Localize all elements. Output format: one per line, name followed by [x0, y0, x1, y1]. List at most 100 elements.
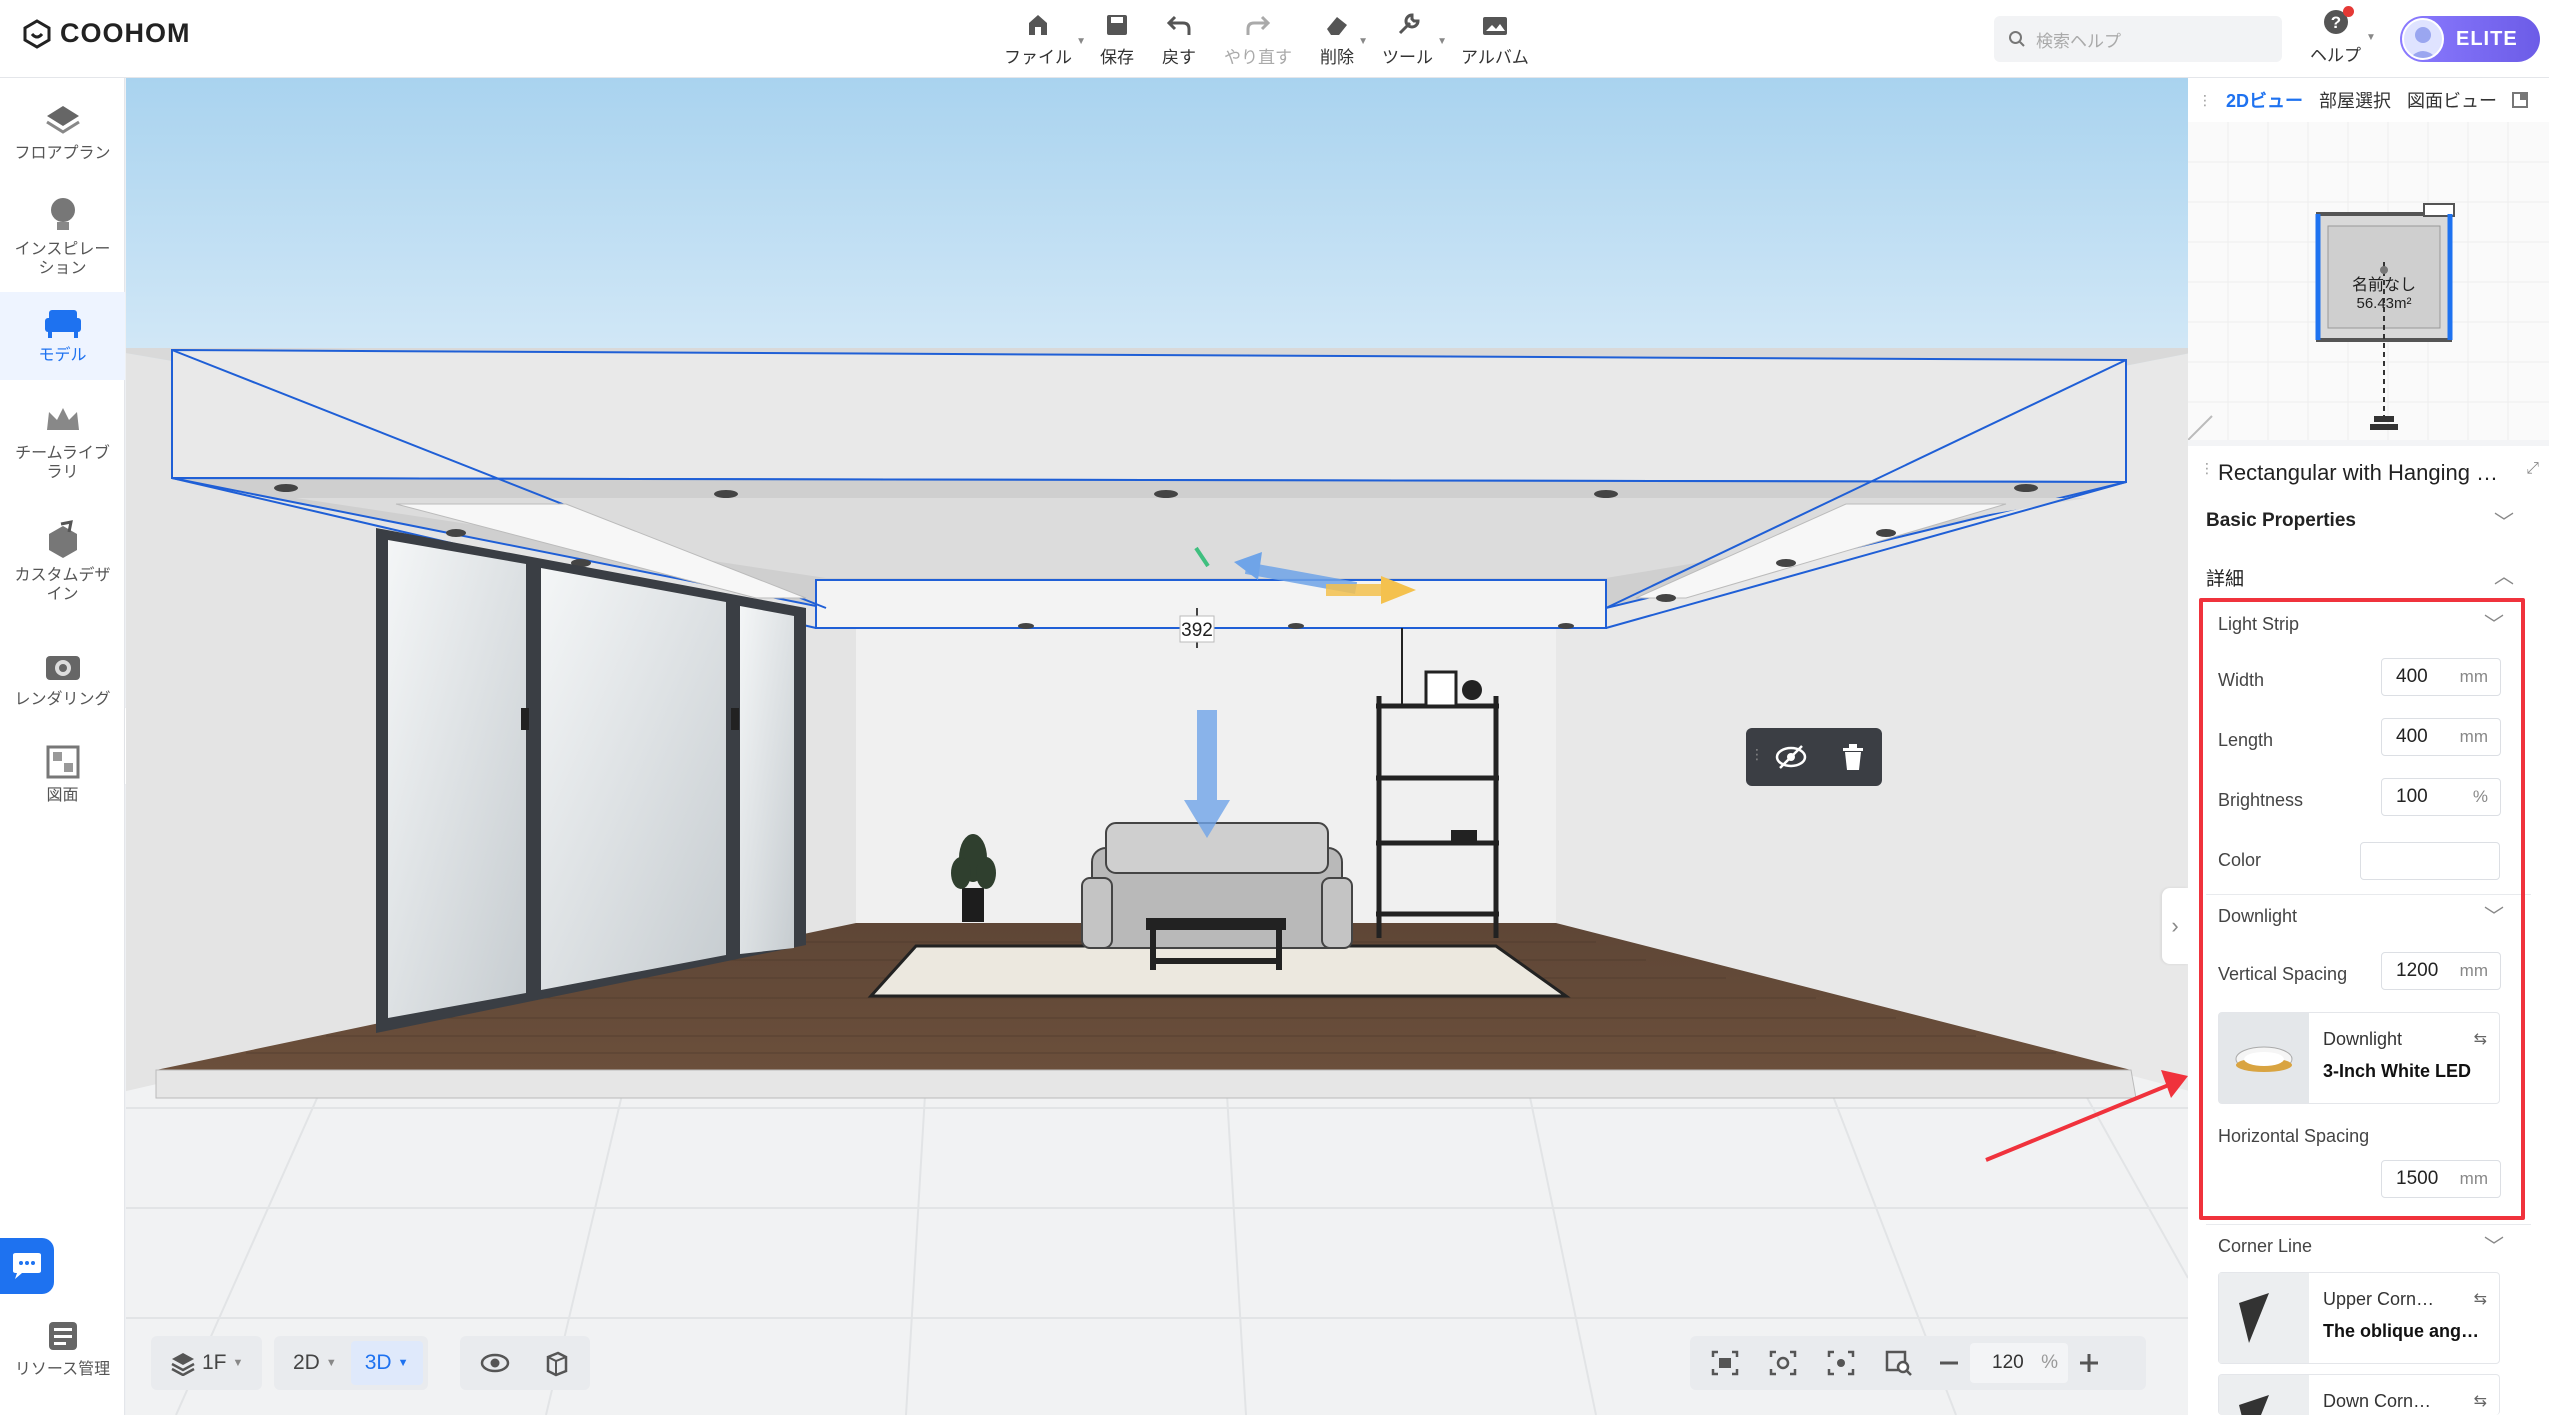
sidebar-item-label: フロアプラン — [14, 145, 111, 162]
drag-handle-icon[interactable]: ⋮ — [1750, 746, 1764, 763]
left-sidebar: フロアプラン インスピレーション モデル チームライブラリ カスタムデザイン レ… — [0, 78, 125, 1415]
logo-icon — [23, 18, 51, 49]
3d-viewport[interactable]: 392 ⋮ 1F ▼ 2D ▼ 3D ▼ 120 % — [126, 78, 2188, 1415]
basic-properties-header[interactable]: Basic Properties — [2206, 510, 2356, 532]
hide-icon[interactable] — [1774, 742, 1808, 772]
view-3d-button[interactable]: 3D ▼ — [350, 1341, 423, 1385]
sofa-icon — [44, 310, 81, 338]
save-button[interactable]: 保存 — [1086, 8, 1148, 70]
delete-label: 削除 — [1320, 47, 1354, 67]
view-3d-label: 3D — [364, 1351, 392, 1374]
sidebar-item-team-library[interactable]: チームライブラリ — [0, 396, 125, 500]
zoom-input[interactable]: 120 % — [1970, 1343, 2068, 1383]
zoom-in-button[interactable] — [2068, 1341, 2110, 1385]
main-toolbar: ファイル ▼ 保存 戻す やり直す 削除 ▼ ツール ▼ アルバム — [990, 8, 1543, 70]
svg-text:?: ? — [2330, 13, 2340, 32]
sidebar-item-floorplan[interactable]: フロアプラン — [0, 92, 125, 184]
undo-icon — [1166, 15, 1191, 35]
tools-label: ツール — [1382, 47, 1433, 67]
chevron-down-icon[interactable]: ﹀ — [2484, 1230, 2504, 1259]
dimension-label: 392 — [1181, 620, 1213, 641]
tools-menu-button[interactable]: ツール ▼ — [1368, 8, 1447, 70]
floor-label: 1F — [202, 1351, 227, 1374]
trash-icon[interactable] — [1839, 742, 1867, 772]
minimap-canvas[interactable]: 名前なし 56.43m² — [2187, 122, 2549, 441]
sidebar-item-rendering[interactable]: レンダリング — [0, 642, 125, 726]
upper-corner-card[interactable]: Upper Corn… The oblique ang… ⇆ — [2218, 1272, 2500, 1364]
album-label: アルバム — [1461, 47, 1529, 67]
top-bar: COOHOM ファイル ▼ 保存 戻す やり直す 削除 ▼ ツール ▼ アルバム… — [0, 0, 2549, 78]
redo-label: やり直す — [1224, 47, 1292, 67]
wrench-icon — [1398, 12, 1420, 34]
cube-view-button[interactable] — [528, 1341, 584, 1385]
panel-title: Rectangular with Hanging … — [2218, 460, 2499, 485]
sidebar-item-label: モデル — [38, 347, 87, 364]
drag-handle-icon[interactable]: ⋮ — [2198, 92, 2212, 109]
save-icon — [1107, 14, 1127, 35]
down-corner-thumbnail — [2219, 1375, 2309, 1415]
selection-floating-toolbar: ⋮ — [1746, 728, 1882, 786]
zoom-fit-button[interactable] — [1870, 1341, 1928, 1385]
sidebar-item-custom-design[interactable]: カスタムデザイン — [0, 514, 125, 618]
delete-menu-button[interactable]: 削除 ▼ — [1306, 8, 1368, 70]
corner-line-header[interactable]: Corner Line — [2218, 1236, 2312, 1257]
album-icon — [1482, 16, 1507, 35]
sidebar-item-label: カスタムデザイン — [14, 567, 111, 603]
panel-expand-toggle[interactable]: › — [2162, 888, 2188, 964]
detail-header[interactable]: 詳細 — [2206, 564, 2244, 591]
chat-support-button[interactable] — [0, 1238, 54, 1294]
chevron-down-icon[interactable]: ﹀ — [2494, 506, 2514, 535]
file-menu-button[interactable]: ファイル ▼ — [990, 8, 1086, 70]
expand-icon[interactable]: ⤢ — [2526, 460, 2539, 478]
focus-button[interactable] — [1812, 1341, 1870, 1385]
sidebar-item-drawing[interactable]: 図面 — [0, 738, 125, 822]
sidebar-item-inspiration[interactable]: インスピレーション — [0, 186, 125, 290]
drag-handle-icon[interactable]: ⋮ — [2200, 460, 2214, 477]
chat-icon — [13, 1253, 41, 1279]
zoom-fit-icon — [1885, 1350, 1912, 1376]
down-corner-card[interactable]: Down Corn… ⇆ — [2218, 1374, 2500, 1415]
user-account-button[interactable]: ELITE — [2400, 16, 2540, 62]
search-icon — [2009, 31, 2025, 47]
save-label: 保存 — [1100, 47, 1134, 67]
zoom-control: 120 % — [1922, 1336, 2146, 1390]
minimap-panel: ⋮ 2Dビュー 部屋選択 図面ビュー 名前なし 56.43m² — [2187, 78, 2549, 441]
swap-icon[interactable]: ⇆ — [2474, 1391, 2487, 1411]
resource-icon — [48, 1322, 77, 1350]
file-icon — [1029, 14, 1047, 35]
basic-properties-label: Basic Properties — [2206, 510, 2356, 531]
tab-room-select[interactable]: 部屋選択 — [2311, 87, 2399, 113]
sidebar-item-label: リソース管理 — [14, 1361, 111, 1378]
camera-settings-button[interactable] — [1754, 1341, 1812, 1385]
popout-icon[interactable] — [2511, 91, 2529, 109]
redo-button[interactable]: やり直す — [1210, 8, 1306, 70]
tab-2d-view[interactable]: 2Dビュー — [2218, 87, 2311, 113]
search-placeholder: 検索ヘルプ — [2036, 31, 2121, 51]
undo-button[interactable]: 戻す — [1148, 8, 1210, 70]
sidebar-item-resource-management[interactable]: リソース管理 — [0, 1314, 125, 1398]
album-button[interactable]: アルバム — [1447, 8, 1543, 70]
frame-select-button[interactable] — [1696, 1341, 1754, 1385]
view-2d-button[interactable]: 2D ▼ — [279, 1341, 351, 1385]
help-search-input[interactable]: 検索ヘルプ — [1994, 16, 2282, 62]
visibility-toggle-button[interactable] — [466, 1341, 524, 1385]
chevron-down-icon: ▼ — [2366, 32, 2376, 43]
sidebar-item-model[interactable]: モデル — [0, 292, 125, 380]
tab-drawing-view[interactable]: 図面ビュー — [2399, 87, 2505, 113]
view-2d-label: 2D — [293, 1351, 320, 1374]
chevron-down-icon: ▼ — [1437, 36, 1447, 47]
swap-icon[interactable]: ⇆ — [2474, 1289, 2487, 1309]
visibility-controls — [460, 1336, 590, 1390]
zoom-out-button[interactable] — [1928, 1341, 1970, 1385]
chevron-up-icon[interactable]: ︿ — [2494, 560, 2514, 589]
upper-corner-name: The oblique ang… — [2323, 1321, 2479, 1341]
help-button[interactable]: ? ヘルプ — [2310, 6, 2361, 66]
floor-selector[interactable]: 1F ▼ — [151, 1336, 263, 1390]
floor-dropdown[interactable]: 1F ▼ — [156, 1341, 257, 1385]
chevron-down-icon: ▼ — [1358, 36, 1368, 47]
avatar — [2402, 18, 2444, 60]
app-logo[interactable]: COOHOM — [22, 18, 191, 49]
detail-label: 詳細 — [2206, 569, 2245, 590]
drawing-icon — [46, 745, 79, 779]
redo-icon — [1246, 15, 1271, 35]
